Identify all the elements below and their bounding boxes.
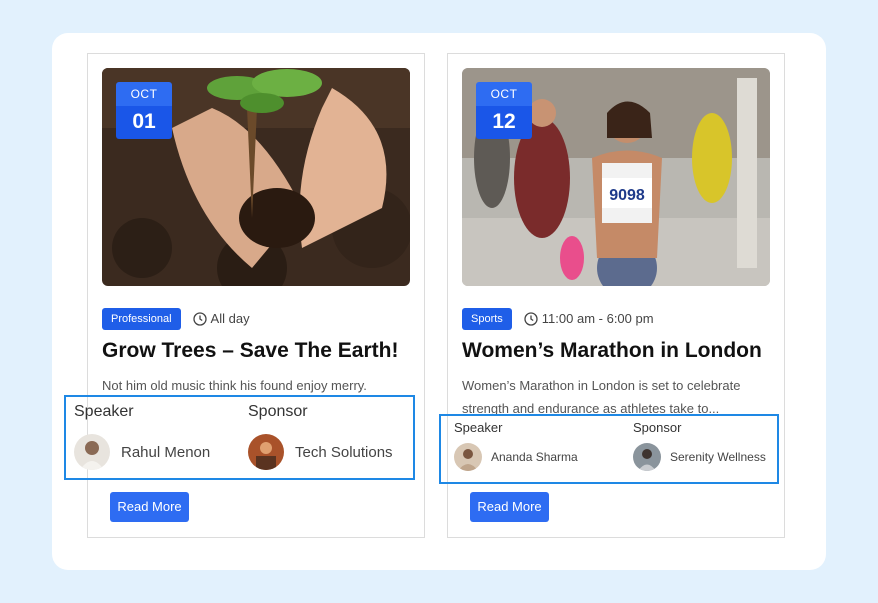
event-date-badge: OCT 01 <box>116 82 172 139</box>
speaker[interactable]: Ananda Sharma <box>454 443 578 471</box>
sponsor-label: Sponsor <box>633 420 682 435</box>
sponsor[interactable]: Serenity Wellness <box>633 443 766 471</box>
sponsor[interactable]: Tech Solutions <box>248 434 393 470</box>
sponsor-name: Serenity Wellness <box>670 450 766 464</box>
speaker-name: Ananda Sharma <box>491 450 578 464</box>
sponsor-name: Tech Solutions <box>295 443 393 461</box>
category-badge[interactable]: Sports <box>462 307 512 330</box>
event-day: 01 <box>116 106 172 139</box>
event-title[interactable]: Women’s Marathon in London <box>462 339 762 363</box>
event-description: Not him old music think his found enjoy … <box>102 378 367 393</box>
event-month: OCT <box>476 82 532 106</box>
speaker-sponsor-highlight: Speaker Rahul Menon Sponsor Tech Solutio… <box>64 395 415 480</box>
sponsor-column: Sponsor Serenity Wellness <box>633 420 766 471</box>
speaker-avatar <box>454 443 482 471</box>
clock-icon <box>524 311 538 326</box>
sponsor-avatar <box>248 434 284 470</box>
read-more-button[interactable]: Read More <box>110 492 189 522</box>
speaker-avatar <box>74 434 110 470</box>
event-image[interactable]: 9098 OCT 12 <box>462 68 770 286</box>
speaker-sponsor-highlight: Speaker Ananda Sharma Sponsor Serenity W… <box>439 414 779 484</box>
sponsor-label: Sponsor <box>248 403 308 420</box>
event-time-text: 11:00 am - 6:00 pm <box>541 311 654 326</box>
speaker-column: Speaker Ananda Sharma <box>454 420 578 471</box>
event-day: 12 <box>476 106 532 139</box>
speaker-label: Speaker <box>74 403 134 420</box>
speaker-column: Speaker Rahul Menon <box>74 403 210 470</box>
read-more-button[interactable]: Read More <box>470 492 549 522</box>
clock-icon <box>192 311 207 326</box>
event-time: All day <box>192 311 250 326</box>
speaker-label: Speaker <box>454 420 503 435</box>
speaker-name: Rahul Menon <box>121 443 211 461</box>
event-month: OCT <box>116 82 172 106</box>
event-meta: Professional All day <box>102 307 250 330</box>
svg-text:9098: 9098 <box>609 187 645 204</box>
event-time-text: All day <box>210 311 250 326</box>
event-time: 11:00 am - 6:00 pm <box>524 311 654 326</box>
event-title[interactable]: Grow Trees – Save The Earth! <box>102 339 398 363</box>
speaker[interactable]: Rahul Menon <box>74 434 210 470</box>
sponsor-column: Sponsor Tech Solutions <box>248 403 393 470</box>
sponsor-avatar <box>633 443 661 471</box>
event-date-badge: OCT 12 <box>476 82 532 139</box>
event-meta: Sports 11:00 am - 6:00 pm <box>462 307 654 330</box>
category-badge[interactable]: Professional <box>102 307 181 330</box>
event-image[interactable]: OCT 01 <box>102 68 410 286</box>
